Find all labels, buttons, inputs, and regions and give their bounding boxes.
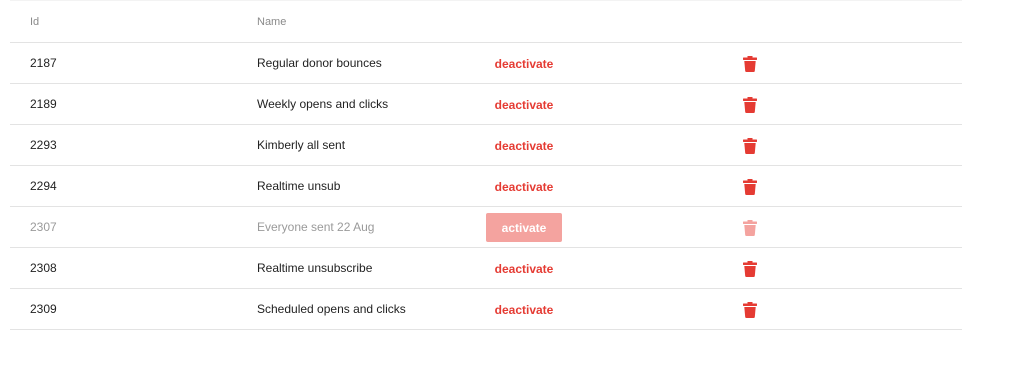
trash-icon [743, 220, 757, 236]
delete-button[interactable] [743, 56, 757, 72]
segments-table: Id Name 2187 Regular donor bounces deactiv… [10, 0, 962, 330]
row-id: 2187 [30, 56, 57, 70]
trash-icon [743, 56, 757, 72]
delete-button[interactable] [743, 179, 757, 195]
table-row: 2189 Weekly opens and clicks deactivate [10, 84, 962, 125]
table-row: 2307 Everyone sent 22 Aug activate [10, 207, 962, 248]
row-id: 2293 [30, 138, 57, 152]
row-name: Weekly opens and clicks [257, 97, 389, 111]
row-name: Scheduled opens and clicks [257, 302, 406, 316]
table-row: 2308 Realtime unsubscribe deactivate [10, 248, 962, 289]
row-id: 2189 [30, 97, 57, 111]
deactivate-button[interactable]: deactivate [486, 295, 562, 324]
delete-button[interactable] [743, 220, 757, 236]
row-name: Realtime unsub [257, 179, 341, 193]
column-header-id: Id [30, 16, 40, 28]
delete-button[interactable] [743, 97, 757, 113]
deactivate-button[interactable]: deactivate [486, 49, 562, 78]
column-header-name: Name [257, 16, 287, 28]
activate-button[interactable]: activate [486, 213, 562, 242]
deactivate-button[interactable]: deactivate [486, 90, 562, 119]
delete-button[interactable] [743, 261, 757, 277]
table-row: 2187 Regular donor bounces deactivate [10, 43, 962, 84]
table-row: 2293 Kimberly all sent deactivate [10, 125, 962, 166]
table-row: 2309 Scheduled opens and clicks deactivate [10, 289, 962, 330]
row-name: Realtime unsubscribe [257, 261, 373, 275]
row-name: Kimberly all sent [257, 138, 346, 152]
table-row: 2294 Realtime unsub deactivate [10, 166, 962, 207]
deactivate-button[interactable]: deactivate [486, 172, 562, 201]
table-header: Id Name [10, 0, 962, 43]
row-id: 2307 [30, 220, 57, 234]
row-id: 2309 [30, 302, 57, 316]
deactivate-button[interactable]: deactivate [486, 254, 562, 283]
row-name: Regular donor bounces [257, 56, 382, 70]
trash-icon [743, 261, 757, 277]
deactivate-button[interactable]: deactivate [486, 131, 562, 160]
row-id: 2308 [30, 261, 57, 275]
table-body: 2187 Regular donor bounces deactivate 2189 W… [10, 43, 962, 330]
trash-icon [743, 179, 757, 195]
delete-button[interactable] [743, 302, 757, 318]
trash-icon [743, 302, 757, 318]
row-id: 2294 [30, 179, 57, 193]
trash-icon [743, 138, 757, 154]
delete-button[interactable] [743, 138, 757, 154]
row-name: Everyone sent 22 Aug [257, 220, 375, 234]
trash-icon [743, 97, 757, 113]
